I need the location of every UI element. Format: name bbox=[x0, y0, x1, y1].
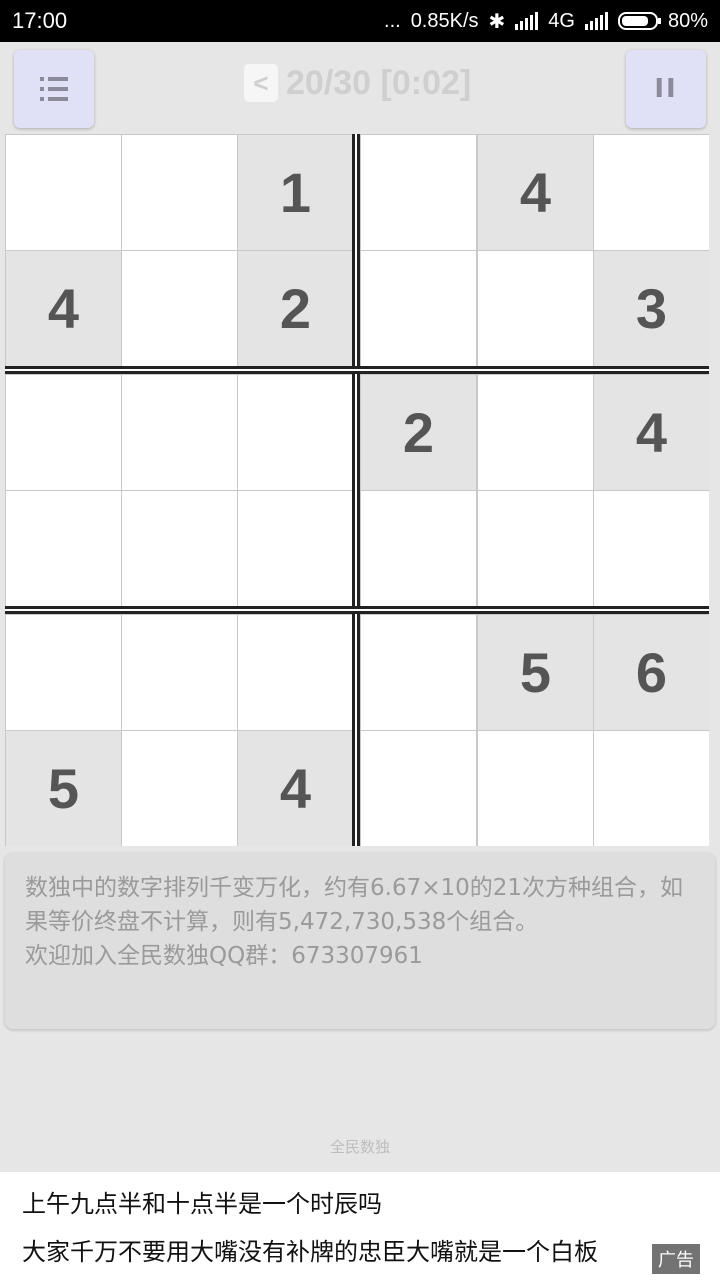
bluetooth-icon: ✱ bbox=[488, 10, 506, 33]
sudoku-cell[interactable]: 1 bbox=[237, 134, 354, 251]
ad-line-2[interactable]: 大家千万不要用大嘴没有补牌的忠臣大嘴就是一个白板 bbox=[22, 1232, 598, 1267]
sudoku-cell[interactable] bbox=[593, 490, 709, 607]
sudoku-cell[interactable] bbox=[477, 250, 594, 367]
status-right: ... 0.85K/s ✱ 4G 80% bbox=[384, 9, 708, 34]
pause-icon: II bbox=[654, 74, 678, 104]
sudoku-cell[interactable] bbox=[593, 134, 709, 251]
sudoku-cell[interactable]: 4 bbox=[5, 250, 122, 367]
sudoku-cell[interactable] bbox=[121, 374, 238, 491]
sudoku-cell[interactable] bbox=[477, 730, 594, 846]
status-dots: ... bbox=[384, 9, 401, 32]
sudoku-cell[interactable] bbox=[121, 730, 238, 846]
sudoku-cell[interactable] bbox=[360, 250, 477, 367]
sudoku-cell[interactable]: 4 bbox=[237, 730, 354, 846]
level-progress: < 20/30 [0:02] bbox=[244, 62, 471, 104]
menu-icon bbox=[40, 77, 68, 101]
sudoku-cell[interactable] bbox=[5, 134, 122, 251]
ad-banner[interactable]: 上午九点半和十点半是一个时辰吗 大家千万不要用大嘴没有补牌的忠臣大嘴就是一个白板… bbox=[0, 1172, 720, 1280]
network-speed: 0.85K/s bbox=[410, 9, 479, 32]
signal-icon bbox=[515, 12, 539, 30]
sudoku-cell[interactable] bbox=[360, 730, 477, 846]
previous-level-button[interactable]: < bbox=[244, 64, 278, 102]
sudoku-cell[interactable]: 4 bbox=[477, 134, 594, 251]
menu-button[interactable] bbox=[14, 50, 94, 128]
sudoku-cell[interactable] bbox=[121, 614, 238, 731]
network-type: 4G bbox=[548, 9, 575, 32]
sudoku-cell[interactable] bbox=[477, 490, 594, 607]
status-bar: 17:00 ... 0.85K/s ✱ 4G 80% bbox=[0, 0, 720, 42]
sudoku-cell[interactable] bbox=[593, 730, 709, 846]
tip-box: 数独中的数字排列千变万化，约有6.67×10的21次方种组合，如果等价终盘不计算… bbox=[5, 853, 715, 1029]
sudoku-cell[interactable]: 5 bbox=[5, 730, 122, 846]
sudoku-cell[interactable] bbox=[121, 134, 238, 251]
pause-button[interactable]: II bbox=[626, 50, 706, 128]
sudoku-cell[interactable] bbox=[360, 614, 477, 731]
sudoku-cell[interactable]: 2 bbox=[360, 374, 477, 491]
sudoku-cell[interactable] bbox=[360, 134, 477, 251]
status-time: 17:00 bbox=[12, 8, 68, 33]
sudoku-cell[interactable]: 2 bbox=[237, 250, 354, 367]
sudoku-cell[interactable]: 6 bbox=[593, 614, 709, 731]
box-divider-vertical bbox=[352, 134, 360, 846]
sudoku-cell[interactable] bbox=[237, 374, 354, 491]
sudoku-board: 14423245654 bbox=[5, 134, 709, 846]
signal-icon-2 bbox=[584, 12, 608, 30]
sudoku-cell[interactable] bbox=[5, 374, 122, 491]
sudoku-cell[interactable] bbox=[237, 614, 354, 731]
sudoku-cell[interactable]: 3 bbox=[593, 250, 709, 367]
app-footer-name: 全民数独 bbox=[329, 1138, 390, 1156]
sudoku-cell[interactable]: 4 bbox=[593, 374, 709, 491]
battery-icon bbox=[617, 12, 661, 30]
sudoku-cell[interactable] bbox=[5, 614, 122, 731]
sudoku-cell[interactable] bbox=[121, 250, 238, 367]
toolbar: < 20/30 [0:02] II bbox=[0, 42, 720, 134]
sudoku-cell[interactable]: 5 bbox=[477, 614, 594, 731]
box-divider-horizontal bbox=[5, 366, 709, 374]
ad-tag: 广告 bbox=[652, 1244, 700, 1274]
sudoku-cell[interactable] bbox=[360, 490, 477, 607]
ad-line-1[interactable]: 上午九点半和十点半是一个时辰吗 bbox=[22, 1184, 382, 1219]
battery-percent: 80% bbox=[667, 9, 708, 32]
sudoku-cell[interactable] bbox=[477, 374, 594, 491]
sudoku-cell[interactable] bbox=[121, 490, 238, 607]
sudoku-cell[interactable] bbox=[5, 490, 122, 607]
progress-text: 20/30 [0:02] bbox=[286, 63, 472, 102]
qq-group-text: 欢迎加入全民数独QQ群：673307961 bbox=[25, 943, 423, 969]
sudoku-cell[interactable] bbox=[237, 490, 354, 607]
tip-text: 数独中的数字排列千变万化，约有6.67×10的21次方种组合，如果等价终盘不计算… bbox=[25, 875, 684, 935]
box-divider-horizontal bbox=[5, 606, 709, 614]
